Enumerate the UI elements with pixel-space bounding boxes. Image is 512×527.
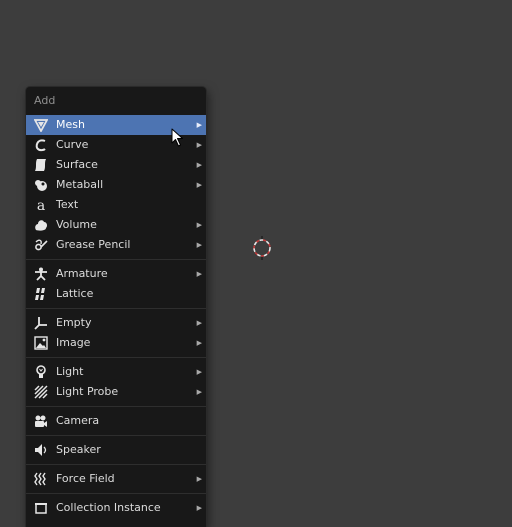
armature-icon bbox=[34, 267, 48, 281]
text-icon: a bbox=[34, 198, 48, 212]
submenu-arrow-icon: ▶ bbox=[196, 504, 202, 512]
add-menu: Add Mesh ▶ Curve ▶ Surface ▶ Metaball ▶ a Text Vol… bbox=[26, 87, 206, 527]
light-icon bbox=[34, 365, 48, 379]
menu-item-volume[interactable]: Volume ▶ bbox=[26, 215, 206, 235]
menu-item-image[interactable]: Image ▶ bbox=[26, 333, 206, 353]
menu-separator bbox=[26, 431, 206, 440]
submenu-arrow-icon: ▶ bbox=[196, 241, 202, 249]
menu-item-label: Curve bbox=[56, 138, 89, 151]
surface-icon bbox=[34, 158, 48, 172]
submenu-arrow-icon: ▶ bbox=[196, 121, 202, 129]
menu-item-camera[interactable]: Camera bbox=[26, 411, 206, 431]
menu-separator bbox=[26, 402, 206, 411]
submenu-arrow-icon: ▶ bbox=[196, 319, 202, 327]
submenu-arrow-icon: ▶ bbox=[196, 181, 202, 189]
menu-item-speaker[interactable]: Speaker bbox=[26, 440, 206, 460]
mouse-pointer-icon bbox=[171, 128, 185, 148]
menu-item-label: Metaball bbox=[56, 178, 104, 191]
menu-items: Mesh ▶ Curve ▶ Surface ▶ Metaball ▶ a Text Volume ▶… bbox=[26, 115, 206, 518]
submenu-arrow-icon: ▶ bbox=[196, 339, 202, 347]
speaker-icon bbox=[34, 443, 48, 457]
lattice-icon bbox=[34, 287, 48, 301]
submenu-arrow-icon: ▶ bbox=[196, 221, 202, 229]
menu-item-light-probe[interactable]: Light Probe ▶ bbox=[26, 382, 206, 402]
submenu-arrow-icon: ▶ bbox=[196, 475, 202, 483]
mesh-icon bbox=[34, 118, 48, 132]
menu-item-label: Volume bbox=[56, 218, 97, 231]
menu-item-label: Text bbox=[56, 198, 79, 211]
camera-icon bbox=[34, 414, 48, 428]
submenu-arrow-icon: ▶ bbox=[196, 388, 202, 396]
menu-item-label: Image bbox=[56, 336, 91, 349]
empty-icon bbox=[34, 316, 48, 330]
menu-item-grease-pencil[interactable]: Grease Pencil ▶ bbox=[26, 235, 206, 255]
menu-item-text[interactable]: a Text bbox=[26, 195, 206, 215]
menu-item-label: Speaker bbox=[56, 443, 101, 456]
menu-item-label: Camera bbox=[56, 414, 100, 427]
menu-item-label: Light Probe bbox=[56, 385, 119, 398]
submenu-arrow-icon: ▶ bbox=[196, 161, 202, 169]
menu-item-collection-instance[interactable]: Collection Instance ▶ bbox=[26, 498, 206, 518]
menu-item-label: Lattice bbox=[56, 287, 94, 300]
svg-text:a: a bbox=[37, 198, 45, 212]
menu-item-label: Empty bbox=[56, 316, 92, 329]
menu-item-label: Surface bbox=[56, 158, 98, 171]
menu-item-label: Grease Pencil bbox=[56, 238, 131, 251]
submenu-arrow-icon: ▶ bbox=[196, 141, 202, 149]
menu-separator bbox=[26, 353, 206, 362]
menu-separator bbox=[26, 460, 206, 469]
menu-item-surface[interactable]: Surface ▶ bbox=[26, 155, 206, 175]
menu-item-label: Collection Instance bbox=[56, 501, 161, 514]
curve-icon bbox=[34, 138, 48, 152]
3d-cursor-icon[interactable] bbox=[250, 236, 274, 260]
collection-instance-icon bbox=[34, 501, 48, 515]
menu-item-empty[interactable]: Empty ▶ bbox=[26, 313, 206, 333]
menu-item-metaball[interactable]: Metaball ▶ bbox=[26, 175, 206, 195]
menu-item-label: Light bbox=[56, 365, 84, 378]
menu-item-force-field[interactable]: Force Field ▶ bbox=[26, 469, 206, 489]
menu-item-light[interactable]: Light ▶ bbox=[26, 362, 206, 382]
menu-item-label: Mesh bbox=[56, 118, 85, 131]
menu-item-lattice[interactable]: Lattice bbox=[26, 284, 206, 304]
volume-icon bbox=[34, 218, 48, 232]
grease-pencil-icon bbox=[34, 238, 48, 252]
force-field-icon bbox=[34, 472, 48, 486]
metaball-icon bbox=[34, 178, 48, 192]
menu-item-label: Armature bbox=[56, 267, 108, 280]
menu-title: Add bbox=[34, 94, 56, 107]
menu-separator bbox=[26, 255, 206, 264]
light-probe-icon bbox=[34, 385, 48, 399]
menu-separator bbox=[26, 489, 206, 498]
menu-separator bbox=[26, 304, 206, 313]
image-icon bbox=[34, 336, 48, 350]
menu-item-armature[interactable]: Armature ▶ bbox=[26, 264, 206, 284]
menu-item-label: Force Field bbox=[56, 472, 115, 485]
submenu-arrow-icon: ▶ bbox=[196, 368, 202, 376]
submenu-arrow-icon: ▶ bbox=[196, 270, 202, 278]
